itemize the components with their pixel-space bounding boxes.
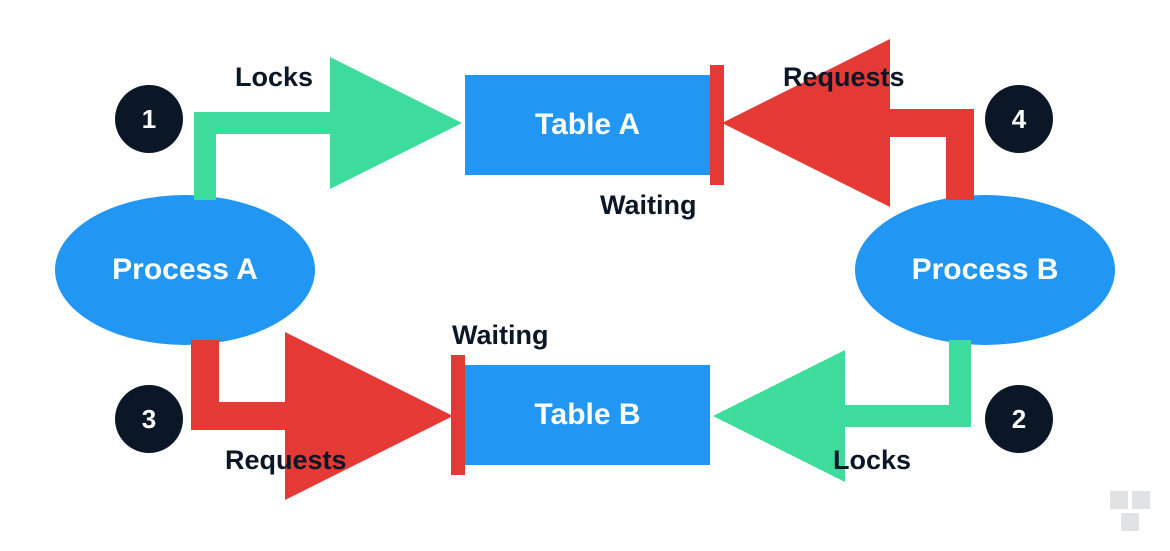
step-4-circle: 4 — [985, 85, 1053, 153]
step-1-number: 1 — [142, 104, 156, 135]
table-a-node: Table A — [465, 75, 710, 175]
arrow-process-b-requests-table-a — [750, 123, 960, 200]
process-b-label: Process B — [912, 253, 1059, 287]
arrow-process-a-requests-table-b — [205, 340, 425, 416]
table-b-node: Table B — [465, 365, 710, 465]
requests-label-b: Requests — [783, 62, 905, 93]
arrow-process-a-locks-table-a — [205, 123, 440, 200]
requests-label-a: Requests — [225, 445, 347, 476]
step-1-circle: 1 — [115, 85, 183, 153]
table-a-label: Table A — [535, 108, 640, 142]
waiting-label-a: Waiting — [600, 190, 696, 221]
process-a-label: Process A — [112, 253, 258, 287]
arrow-process-b-locks-table-b — [735, 340, 960, 416]
watermark-icon — [1110, 491, 1155, 541]
step-2-circle: 2 — [985, 385, 1053, 453]
step-3-number: 3 — [142, 404, 156, 435]
step-2-number: 2 — [1012, 404, 1026, 435]
step-3-circle: 3 — [115, 385, 183, 453]
waiting-label-b: Waiting — [452, 320, 548, 351]
deadlock-diagram: Process A Process B Table A Table B 1 2 … — [0, 0, 1170, 551]
waiting-bar-table-b — [451, 355, 465, 475]
locks-label-b: Locks — [833, 445, 911, 476]
locks-label-a: Locks — [235, 62, 313, 93]
step-4-number: 4 — [1012, 104, 1026, 135]
process-b-node: Process B — [855, 195, 1115, 345]
process-a-node: Process A — [55, 195, 315, 345]
waiting-bar-table-a — [710, 65, 724, 185]
table-b-label: Table B — [534, 398, 640, 432]
